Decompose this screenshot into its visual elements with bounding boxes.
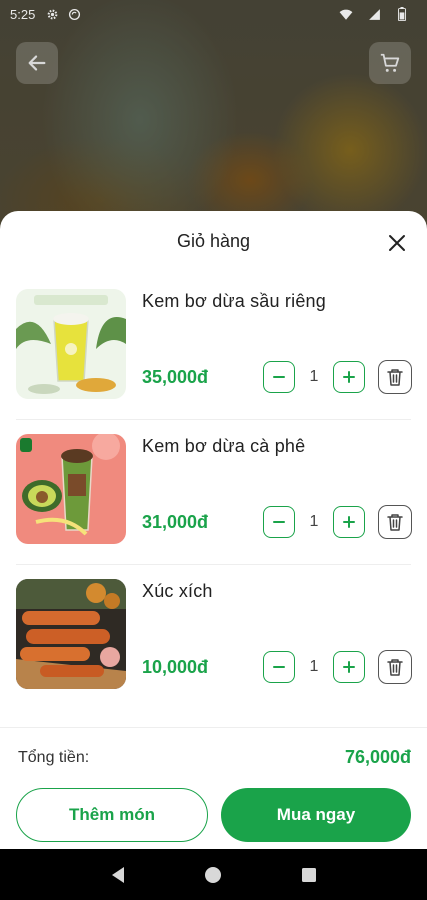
- cart-icon: [380, 53, 400, 72]
- quantity-value: 1: [309, 658, 319, 675]
- cart-item: Kem bơ dừa cà phê 31,000đ 1: [16, 420, 412, 565]
- plus-icon: [343, 371, 355, 383]
- trash-icon: [387, 369, 403, 386]
- item-price: 10,000đ: [142, 657, 209, 677]
- increase-quantity-button[interactable]: [333, 651, 365, 683]
- footer-divider: [0, 727, 427, 728]
- cart-button[interactable]: [369, 42, 411, 84]
- close-button[interactable]: [382, 228, 412, 258]
- increase-quantity-button[interactable]: [333, 361, 365, 393]
- delete-item-button[interactable]: [378, 650, 412, 684]
- recents-square-icon: [302, 867, 317, 882]
- cart-item: Kem bơ dừa sầu riêng 35,000đ 1: [16, 275, 412, 420]
- minus-icon: [273, 666, 285, 668]
- delete-item-button[interactable]: [378, 505, 412, 539]
- signal-icon: [367, 7, 381, 21]
- buy-now-button[interactable]: Mua ngay: [221, 788, 411, 842]
- settings-icon: [45, 7, 59, 21]
- decrease-quantity-button[interactable]: [263, 361, 295, 393]
- decrease-quantity-button[interactable]: [263, 506, 295, 538]
- item-image-sausages: [16, 579, 126, 689]
- battery-icon: [395, 7, 409, 21]
- back-triangle-icon: [111, 866, 124, 883]
- plus-icon: [343, 661, 355, 673]
- minus-icon: [273, 376, 285, 378]
- item-image-coffee-ice-cream: [16, 434, 126, 544]
- minus-icon: [273, 521, 285, 523]
- nav-back-button[interactable]: [103, 860, 133, 890]
- quantity-value: 1: [309, 368, 319, 385]
- decrease-quantity-button[interactable]: [263, 651, 295, 683]
- sheet-title: Giỏ hàng: [176, 231, 251, 251]
- delete-item-button[interactable]: [378, 360, 412, 394]
- total-value: 76,000đ: [344, 747, 411, 767]
- item-name: Xúc xích: [142, 581, 213, 601]
- wifi-icon: [339, 7, 353, 21]
- status-time: 5:25: [10, 6, 36, 22]
- close-icon: [389, 235, 405, 251]
- back-button[interactable]: [16, 42, 58, 84]
- item-price: 35,000đ: [142, 367, 209, 387]
- home-circle-icon: [205, 866, 222, 883]
- trash-icon: [387, 659, 403, 676]
- cart-bottom-sheet: Giỏ hàng Kem bơ dừa sầu riêng 35,000đ 1 …: [0, 211, 427, 849]
- arrow-left-icon: [28, 55, 46, 71]
- cart-item: Xúc xích 10,000đ 1: [16, 565, 412, 710]
- increase-quantity-button[interactable]: [333, 506, 365, 538]
- system-navigation-bar: [0, 849, 427, 900]
- cart-item-list: Kem bơ dừa sầu riêng 35,000đ 1 Kem bơ dừ…: [0, 275, 427, 710]
- status-bar: 5:25: [0, 0, 427, 28]
- item-price: 31,000đ: [142, 512, 209, 532]
- sync-icon: [67, 7, 81, 21]
- plus-icon: [343, 516, 355, 528]
- total-label: Tổng tiền:: [18, 749, 90, 766]
- item-name: Kem bơ dừa sầu riêng: [142, 291, 326, 311]
- item-image-durian-ice-cream: [16, 289, 126, 399]
- nav-home-button[interactable]: [198, 860, 228, 890]
- quantity-value: 1: [309, 513, 319, 530]
- trash-icon: [387, 514, 403, 531]
- add-more-button[interactable]: Thêm món: [16, 788, 208, 842]
- item-name: Kem bơ dừa cà phê: [142, 436, 306, 456]
- nav-recents-button[interactable]: [294, 860, 324, 890]
